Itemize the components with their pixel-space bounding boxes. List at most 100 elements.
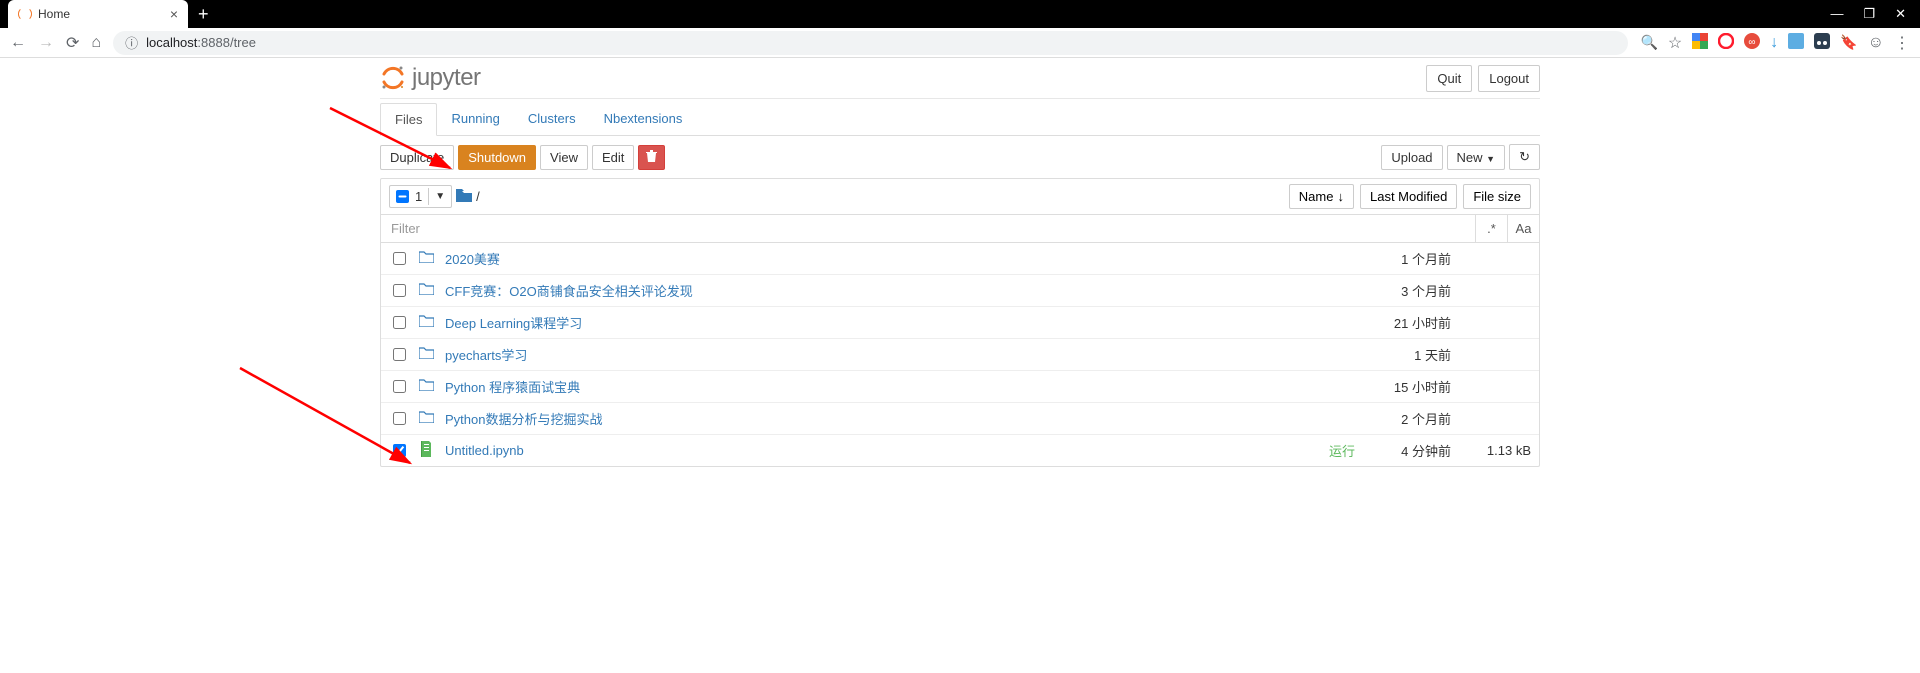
file-modified: 4 分钟前 [1371,441,1451,460]
file-row: Python 程序猿面试宝典 15 小时前 [381,371,1539,403]
file-name-link[interactable]: Deep Learning课程学习 [445,313,1361,332]
duplicate-button[interactable]: Duplicate [380,145,454,170]
file-name-link[interactable]: pyecharts学习 [445,345,1361,364]
sort-size-button[interactable]: File size [1463,184,1531,209]
new-button[interactable]: New ▼ [1447,145,1506,170]
file-modified: 1 个月前 [1371,249,1451,268]
filter-row: .* Aa [380,215,1540,243]
notebook-icon [419,441,435,460]
logo-text: jupyter [412,64,481,92]
close-window-icon[interactable]: ✕ [1895,6,1906,22]
file-checkbox[interactable] [393,412,406,425]
main-tabs: Files Running Clusters Nbextensions [380,103,1540,136]
forward-button[interactable]: → [38,34,54,52]
file-row: Deep Learning课程学习 21 小时前 [381,307,1539,339]
file-checkbox[interactable] [393,444,406,457]
folder-icon [419,251,435,266]
url-port: :8888 [197,35,230,50]
jupyter-logo-icon [380,65,406,91]
sort-modified-button[interactable]: Last Modified [1360,184,1457,209]
jupyter-logo[interactable]: jupyter [380,64,481,92]
upload-button[interactable]: Upload [1381,145,1442,170]
file-row: CFF竞赛：O2O商铺食品安全相关评论发现 3 个月前 [381,275,1539,307]
file-modified: 15 小时前 [1371,377,1451,396]
running-status: 运行 [1329,441,1355,460]
file-name-link[interactable]: 2020美赛 [445,249,1361,268]
breadcrumb-row: 1 ▼ / Name ↓ Last Modified File size [380,178,1540,215]
jupyter-page: jupyter Quit Logout Files Running Cluste… [380,58,1540,467]
quit-button[interactable]: Quit [1426,65,1472,92]
caret-down-icon: ▼ [1486,154,1495,164]
home-button[interactable]: ⌂ [91,34,101,52]
ext-icon-5[interactable] [1788,33,1804,52]
select-dropdown[interactable]: ▼ [428,188,451,205]
menu-icon[interactable]: ⋮ [1894,33,1910,53]
refresh-icon: ↻ [1519,149,1530,164]
reload-button[interactable]: ⟳ [66,33,79,53]
file-name-link[interactable]: Untitled.ipynb [445,443,1319,458]
file-list: 2020美赛 1 个月前 CFF竞赛：O2O商铺食品安全相关评论发现 3 个月前 Dee… [380,243,1540,467]
file-modified: 21 小时前 [1371,313,1451,332]
browser-chrome: Home × + — ❐ ✕ [0,0,1920,28]
tab-title: Home [38,7,70,21]
folder-icon[interactable] [456,189,472,205]
delete-button[interactable] [638,145,665,170]
file-name-link[interactable]: Python数据分析与挖掘实战 [445,409,1361,428]
folder-icon [419,379,435,394]
edit-button[interactable]: Edit [592,145,634,170]
svg-text:∞: ∞ [1749,37,1756,48]
file-checkbox[interactable] [393,284,406,297]
extensions-row: 🔍 ☆ ∞ ↓ 🔖 ☺ ⋮ [1640,33,1910,53]
file-checkbox[interactable] [393,380,406,393]
file-modified: 3 个月前 [1371,281,1451,300]
file-modified: 1 天前 [1371,345,1451,364]
refresh-button[interactable]: ↻ [1509,144,1540,170]
sort-name-button[interactable]: Name ↓ [1289,184,1354,209]
jupyter-favicon-icon [18,7,32,21]
close-tab-icon[interactable]: × [170,6,178,22]
maximize-icon[interactable]: ❐ [1863,6,1875,22]
ext-icon-6[interactable] [1814,33,1830,52]
shutdown-button[interactable]: Shutdown [458,145,536,170]
file-size: 1.13 kB [1461,443,1531,458]
browser-tab[interactable]: Home × [8,0,188,28]
regex-toggle[interactable]: .* [1475,215,1507,242]
star-icon[interactable]: ☆ [1668,33,1682,53]
tab-bar: Home × + [0,0,209,28]
filter-input[interactable] [381,215,1475,242]
ext-icon-3[interactable]: ∞ [1744,33,1760,52]
file-name-link[interactable]: Python 程序猿面试宝典 [445,377,1361,396]
file-checkbox[interactable] [393,252,406,265]
logout-button[interactable]: Logout [1478,65,1540,92]
url-host: localhost [146,35,197,50]
new-tab-button[interactable]: + [198,4,209,25]
select-all-checkbox[interactable] [396,190,409,203]
file-checkbox[interactable] [393,348,406,361]
ext-icon-1[interactable] [1692,33,1708,52]
minimize-icon[interactable]: — [1830,6,1843,22]
selected-count: 1 [415,189,422,204]
ext-icon-2[interactable] [1718,33,1734,52]
file-checkbox[interactable] [393,316,406,329]
tab-clusters[interactable]: Clusters [514,103,590,135]
zoom-icon[interactable]: 🔍 [1640,34,1657,51]
folder-icon [419,283,435,298]
url-input[interactable]: ⓘ localhost:8888/tree [113,31,1628,55]
breadcrumb-root[interactable]: / [476,189,480,204]
select-group: 1 ▼ [389,185,452,208]
tab-files[interactable]: Files [380,103,437,136]
folder-icon [419,315,435,330]
view-button[interactable]: View [540,145,588,170]
file-name-link[interactable]: CFF竞赛：O2O商铺食品安全相关评论发现 [445,281,1361,300]
tab-nbextensions[interactable]: Nbextensions [590,103,697,135]
info-icon: ⓘ [125,33,138,52]
back-button[interactable]: ← [10,34,26,52]
case-toggle[interactable]: Aa [1507,215,1539,242]
ext-icon-4[interactable]: ↓ [1770,34,1778,52]
action-toolbar: Duplicate Shutdown View Edit Upload New … [380,136,1540,178]
profile-icon[interactable]: ☺ [1868,34,1884,52]
bookmark-icon[interactable]: 🔖 [1840,34,1857,51]
file-row: pyecharts学习 1 天前 [381,339,1539,371]
tab-running[interactable]: Running [437,103,513,135]
folder-icon [419,347,435,362]
